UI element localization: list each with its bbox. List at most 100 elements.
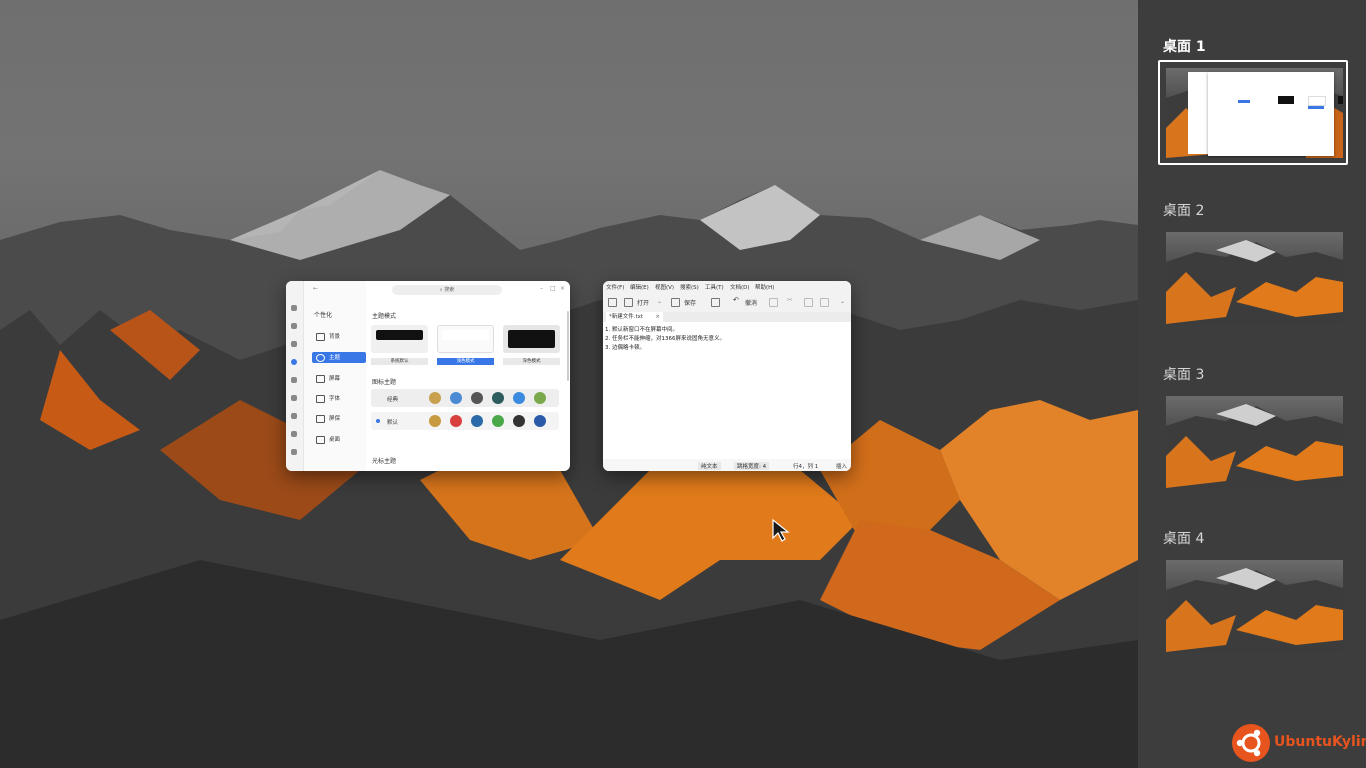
save-icon[interactable] [671,298,680,307]
nav-label: 字体 [329,396,341,402]
workspace-thumb-4[interactable] [1166,560,1343,652]
thumb-settings-maximized [1208,72,1343,156]
nav-label: 桌面 [329,437,341,443]
open-button[interactable]: 打开 [637,298,649,307]
menu-document[interactable]: 文档(D) [730,283,750,291]
app-icon [429,392,441,404]
cursor-theme-title: 光标主题 [372,458,397,465]
theme-label-dark: 深色模式 [503,358,560,365]
menu-bar: 文件(F) 编辑(E) 视图(V) 搜索(S) 工具(T) 文档(D) 帮助(H… [603,281,851,292]
nav-item-fonts[interactable]: 字体 [312,393,366,404]
text-line[interactable]: 3. 边偶略卡顿。 [605,343,645,351]
close-icon[interactable]: × [560,285,565,292]
icon-theme-row-classic[interactable]: 经典 [371,389,559,407]
system-icon[interactable] [291,323,297,329]
theme-label-system: 系统默认 [371,358,428,365]
desktop-icon [316,436,325,444]
minimize-icon[interactable]: – [540,285,543,292]
app-icon [513,392,525,404]
personalize-icon[interactable] [291,359,297,365]
menu-view[interactable]: 视图(V) [655,283,674,291]
theme-card-dark[interactable] [503,325,560,353]
workspace-label-3: 桌面 3 [1163,367,1205,383]
cursor-position: 行4，列 1 [793,464,819,470]
app-icon [534,392,546,404]
app-icon [492,415,504,427]
home-icon[interactable] [291,305,297,311]
undo-icon[interactable]: ↶ [733,296,739,304]
menu-edit[interactable]: 编辑(E) [630,283,649,291]
menu-tools[interactable]: 工具(T) [705,283,724,291]
workspace-label-2: 桌面 2 [1163,203,1205,219]
nav-item-desktop[interactable]: 桌面 [312,434,366,445]
app-icon [450,392,462,404]
save-button[interactable]: 保存 [684,298,696,307]
settings-icon-rail [286,281,304,471]
app-icon [429,415,441,427]
nav-item-screensaver[interactable]: 屏保 [312,413,366,424]
nav-label: 背景 [329,334,341,340]
theme-card-system[interactable] [371,325,428,353]
icon-theme-label: 默认 [387,420,399,426]
workspace-thumb-2[interactable] [1166,232,1343,324]
redo-icon[interactable] [769,298,778,307]
scrollbar[interactable] [567,311,569,381]
status-bar: 纯文本 跳格宽度: 4 行4，列 1 插入 [603,459,851,471]
app-icon [534,415,546,427]
tab-width-select[interactable]: 跳格宽度: 4 [734,462,770,470]
text-line[interactable]: 1. 默认新窗口不在屏幕中间。 [605,325,678,333]
syntax-mode-select[interactable]: 纯文本 [698,462,721,470]
undo-button[interactable]: 撤消 [745,298,757,307]
devices-icon[interactable] [291,341,297,347]
new-file-icon[interactable] [608,298,617,307]
folder-icon[interactable] [624,298,633,307]
section-title: 个性化 [314,312,333,319]
nav-label: 屏幕 [329,376,341,382]
tab-close-icon[interactable]: × [655,312,660,322]
security-icon[interactable] [291,449,297,455]
mouse-pointer-icon [772,519,790,542]
menu-file[interactable]: 文件(F) [606,283,624,291]
settings-window[interactable]: 个性化 背景 主题 屏幕 字体 屏保 桌面 ← ⌕ 搜索 – □ × 主题模式 … [286,281,570,471]
theme-mode-title: 主题模式 [372,313,397,320]
cut-icon[interactable]: ✂ [787,296,793,304]
icon-theme-row-default[interactable]: 默认 [371,412,559,430]
settings-titlebar: ← ⌕ 搜索 – □ × [304,281,570,299]
lock-screen-icon [316,375,325,383]
menu-search[interactable]: 搜索(S) [680,283,699,291]
settings-nav: 个性化 背景 主题 屏幕 字体 屏保 桌面 [304,281,366,471]
nav-label: 主题 [329,355,341,361]
workspace-thumb-1[interactable] [1166,68,1343,158]
icon-theme-label: 经典 [387,397,399,403]
paste-icon[interactable] [820,298,829,307]
app-icon [492,392,504,404]
text-editor-window[interactable]: 文件(F) 编辑(E) 视图(V) 搜索(S) 工具(T) 文档(D) 帮助(H… [603,281,851,471]
maximize-icon[interactable]: □ [550,285,556,292]
text-line[interactable]: 2. 任务栏不能伸缩，对1366屏来说固角无意义。 [605,334,725,342]
theme-label-light: 浅色模式 [437,358,494,365]
account-icon[interactable] [291,395,297,401]
back-icon[interactable]: ← [313,285,318,292]
menu-help[interactable]: 帮助(H) [755,283,774,291]
document-tab[interactable]: *新建文件.txt × [606,312,663,322]
time-icon[interactable] [291,413,297,419]
workspace-label-4: 桌面 4 [1163,531,1205,547]
ubuntukylin-logo-icon [1232,724,1270,762]
app-icon [513,415,525,427]
tab-title: *新建文件.txt [609,314,644,320]
print-icon[interactable] [711,298,720,307]
overflow-chevron-icon[interactable]: ⌄ [840,298,845,305]
nav-label: 屏保 [329,416,341,422]
nav-item-lockscreen[interactable]: 屏幕 [312,373,366,384]
chevron-down-icon[interactable]: ⌄ [657,298,662,305]
nav-item-background[interactable]: 背景 [312,331,366,342]
copy-icon[interactable] [804,298,813,307]
workspace-label-1: 桌面 1 [1163,39,1206,55]
theme-card-light[interactable] [437,325,494,353]
update-icon[interactable] [291,431,297,437]
toolbar: 打开 ⌄ 保存 ↶ 撤消 ✂ ⌄ [603,292,851,313]
search-input[interactable]: ⌕ 搜索 [392,285,502,295]
network-icon[interactable] [291,377,297,383]
workspace-thumb-3[interactable] [1166,396,1343,488]
nav-item-theme[interactable]: 主题 [312,352,366,363]
